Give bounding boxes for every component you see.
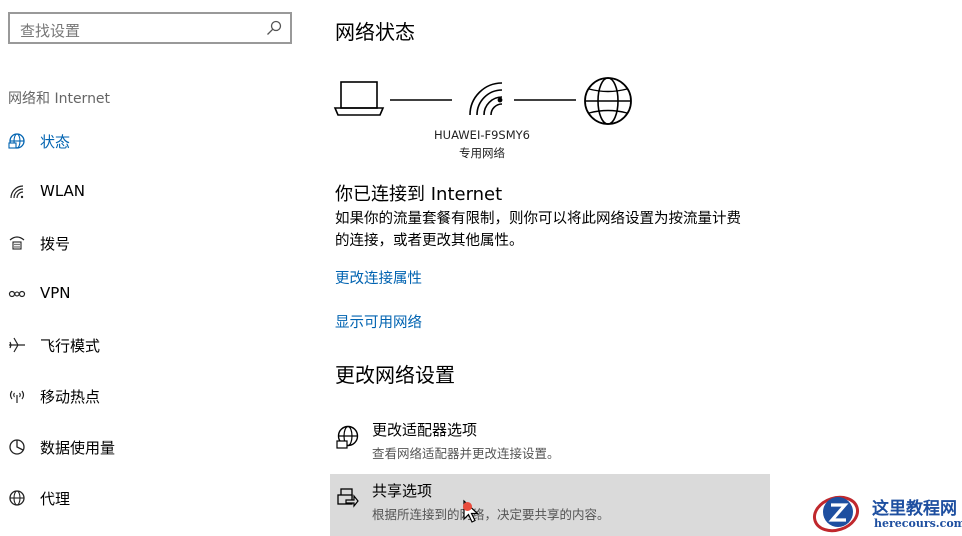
sidebar-item-label: WLAN: [40, 182, 86, 200]
data-usage-icon: [9, 439, 25, 455]
sidebar-item-label: 状态: [40, 133, 71, 151]
watermark: 这里教程网 herecours.com: [812, 490, 962, 534]
laptop-icon: [333, 81, 385, 116]
sidebar-item-wlan[interactable]: WLAN: [0, 174, 300, 210]
search-icon[interactable]: [266, 20, 282, 36]
option-description: 查看网络适配器并更改连接设置。: [372, 446, 560, 461]
option-title: 共享选项: [372, 482, 433, 500]
sidebar-item-mobile-hotspot[interactable]: 移动热点: [0, 378, 300, 414]
change-network-settings-heading: 更改网络设置: [335, 363, 455, 387]
click-highlight-dot: [463, 502, 472, 511]
wifi-signal-icon: [469, 82, 503, 116]
watermark-title: 这里教程网: [872, 499, 957, 519]
home-icon: [8, 133, 25, 149]
sidebar-item-label: 拨号: [40, 235, 71, 253]
sidebar-item-vpn[interactable]: VPN: [0, 276, 300, 312]
sidebar-item-label: 代理: [40, 490, 71, 508]
internet-globe-icon: [584, 77, 632, 125]
sharing-icon: [337, 488, 359, 508]
show-available-networks-link[interactable]: 显示可用网络: [335, 311, 422, 332]
vpn-icon: [8, 290, 26, 298]
search-placeholder: 查找设置: [20, 22, 81, 40]
sidebar-item-data-usage[interactable]: 数据使用量: [0, 429, 300, 465]
network-name: HUAWEI-F9SMY6: [434, 128, 530, 142]
watermark-logo-icon: [813, 495, 859, 533]
change-adapter-options[interactable]: 更改适配器选项 查看网络适配器并更改连接设置。: [330, 413, 770, 475]
sidebar-item-proxy[interactable]: 代理: [0, 480, 300, 516]
adapter-globe-icon: [336, 425, 359, 449]
sidebar-item-label: 数据使用量: [40, 439, 116, 457]
change-connection-properties-link[interactable]: 更改连接属性: [335, 267, 422, 288]
sidebar-item-label: 移动热点: [40, 388, 101, 406]
sidebar-section-title: 网络和 Internet: [8, 91, 111, 107]
network-type: 专用网络: [459, 146, 505, 160]
sidebar-item-label: 飞行模式: [40, 337, 101, 355]
wifi-icon: [10, 185, 24, 199]
search-box[interactable]: 查找设置: [8, 12, 292, 44]
sidebar-item-label: VPN: [40, 284, 71, 302]
sidebar-item-status[interactable]: 状态: [0, 123, 300, 159]
option-title: 更改适配器选项: [372, 421, 478, 439]
hotspot-icon: [9, 390, 25, 403]
connection-status-description: 如果你的流量套餐有限制，则你可以将此网络设置为按流量计费的连接，或者更改其他属性…: [335, 211, 741, 249]
watermark-url: herecours.com: [874, 517, 962, 530]
airplane-icon: [9, 337, 25, 353]
dialup-icon: [9, 236, 25, 250]
option-description: 根据所连接到的网络，决定要共享的内容。: [372, 507, 610, 522]
connection-status-heading: 你已连接到 Internet: [335, 184, 503, 205]
globe-icon: [9, 490, 25, 506]
sidebar-item-airplane-mode[interactable]: 飞行模式: [0, 327, 300, 363]
sidebar-item-dialup[interactable]: 拨号: [0, 225, 300, 261]
page-title: 网络状态: [335, 20, 415, 44]
sharing-options[interactable]: 共享选项 根据所连接到的网络，决定要共享的内容。: [330, 474, 770, 536]
